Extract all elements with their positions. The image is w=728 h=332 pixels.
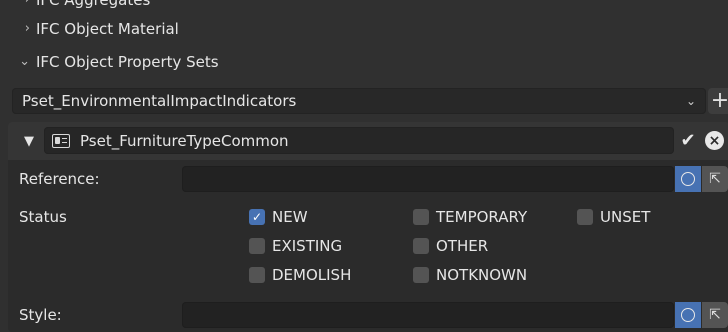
tree-item-label: IFC Object Property Sets [36,52,219,71]
status-option-label: EXISTING [272,237,343,255]
status-option-other[interactable]: OTHER [413,237,488,255]
tree-item-ifc-object-material[interactable]: › IFC Object Material [0,12,728,45]
circle-icon [681,308,695,322]
checkbox-icon [249,267,265,283]
chevron-right-icon: › [24,21,30,36]
confirm-button[interactable]: ✔ [676,127,700,154]
reference-pick-button[interactable]: ⇱ [702,166,728,192]
status-option-existing[interactable]: EXISTING [249,237,342,255]
status-option-temporary[interactable]: TEMPORARY [413,208,527,226]
reference-input[interactable] [182,166,674,192]
circle-icon [681,172,695,186]
tree-item-label: IFC Aggregates [36,0,150,9]
status-option-notknown[interactable]: NOTKNOWN [413,266,527,284]
chevron-down-icon: ⌄ [686,94,697,108]
checkbox-icon [577,209,593,225]
status-option-label: DEMOLISH [272,266,352,284]
checkbox-icon [413,267,429,283]
style-pick-button[interactable]: ⇱ [702,302,728,328]
eyedropper-icon: ⇱ [709,307,721,323]
collapse-triangle-icon[interactable]: ▼ [24,134,34,149]
pset-name-field[interactable]: Pset_FurnitureTypeCommon [44,127,674,154]
checkbox-icon [413,238,429,254]
eyedropper-icon: ⇱ [709,171,721,187]
status-option-label: NEW [272,208,308,226]
style-circle-button[interactable] [675,302,701,328]
pset-name-text: Pset_FurnitureTypeCommon [80,131,289,150]
reference-circle-button[interactable] [675,166,701,192]
add-pset-button[interactable]: + [708,88,728,114]
checkbox-checked-icon: ✓ [249,209,265,225]
status-option-new[interactable]: ✓ NEW [249,208,308,226]
property-set-icon [52,133,70,148]
status-option-label: UNSET [600,208,651,226]
chevron-right-icon: › [0,0,36,7]
checkbox-icon [249,238,265,254]
status-option-demolish[interactable]: DEMOLISH [249,266,351,284]
status-option-label: TEMPORARY [436,208,528,226]
checkbox-icon [413,209,429,225]
reference-label: Reference: [19,170,100,188]
tree-item-label: IFC Object Material [36,19,179,38]
status-label: Status [19,208,67,226]
status-option-label: NOTKNOWN [436,266,528,284]
remove-pset-button[interactable]: × [705,131,724,150]
style-input[interactable] [182,302,674,328]
pset-template-value: Pset_EnvironmentalImpactIndicators [22,92,297,110]
pset-template-dropdown[interactable]: Pset_EnvironmentalImpactIndicators ⌄ [12,88,706,114]
status-option-unset[interactable]: UNSET [577,208,650,226]
style-label: Style: [19,306,62,324]
status-option-label: OTHER [436,237,489,255]
tree-item-ifc-object-property-sets[interactable]: ⌄ IFC Object Property Sets [0,45,728,78]
chevron-down-icon: ⌄ [19,54,30,69]
